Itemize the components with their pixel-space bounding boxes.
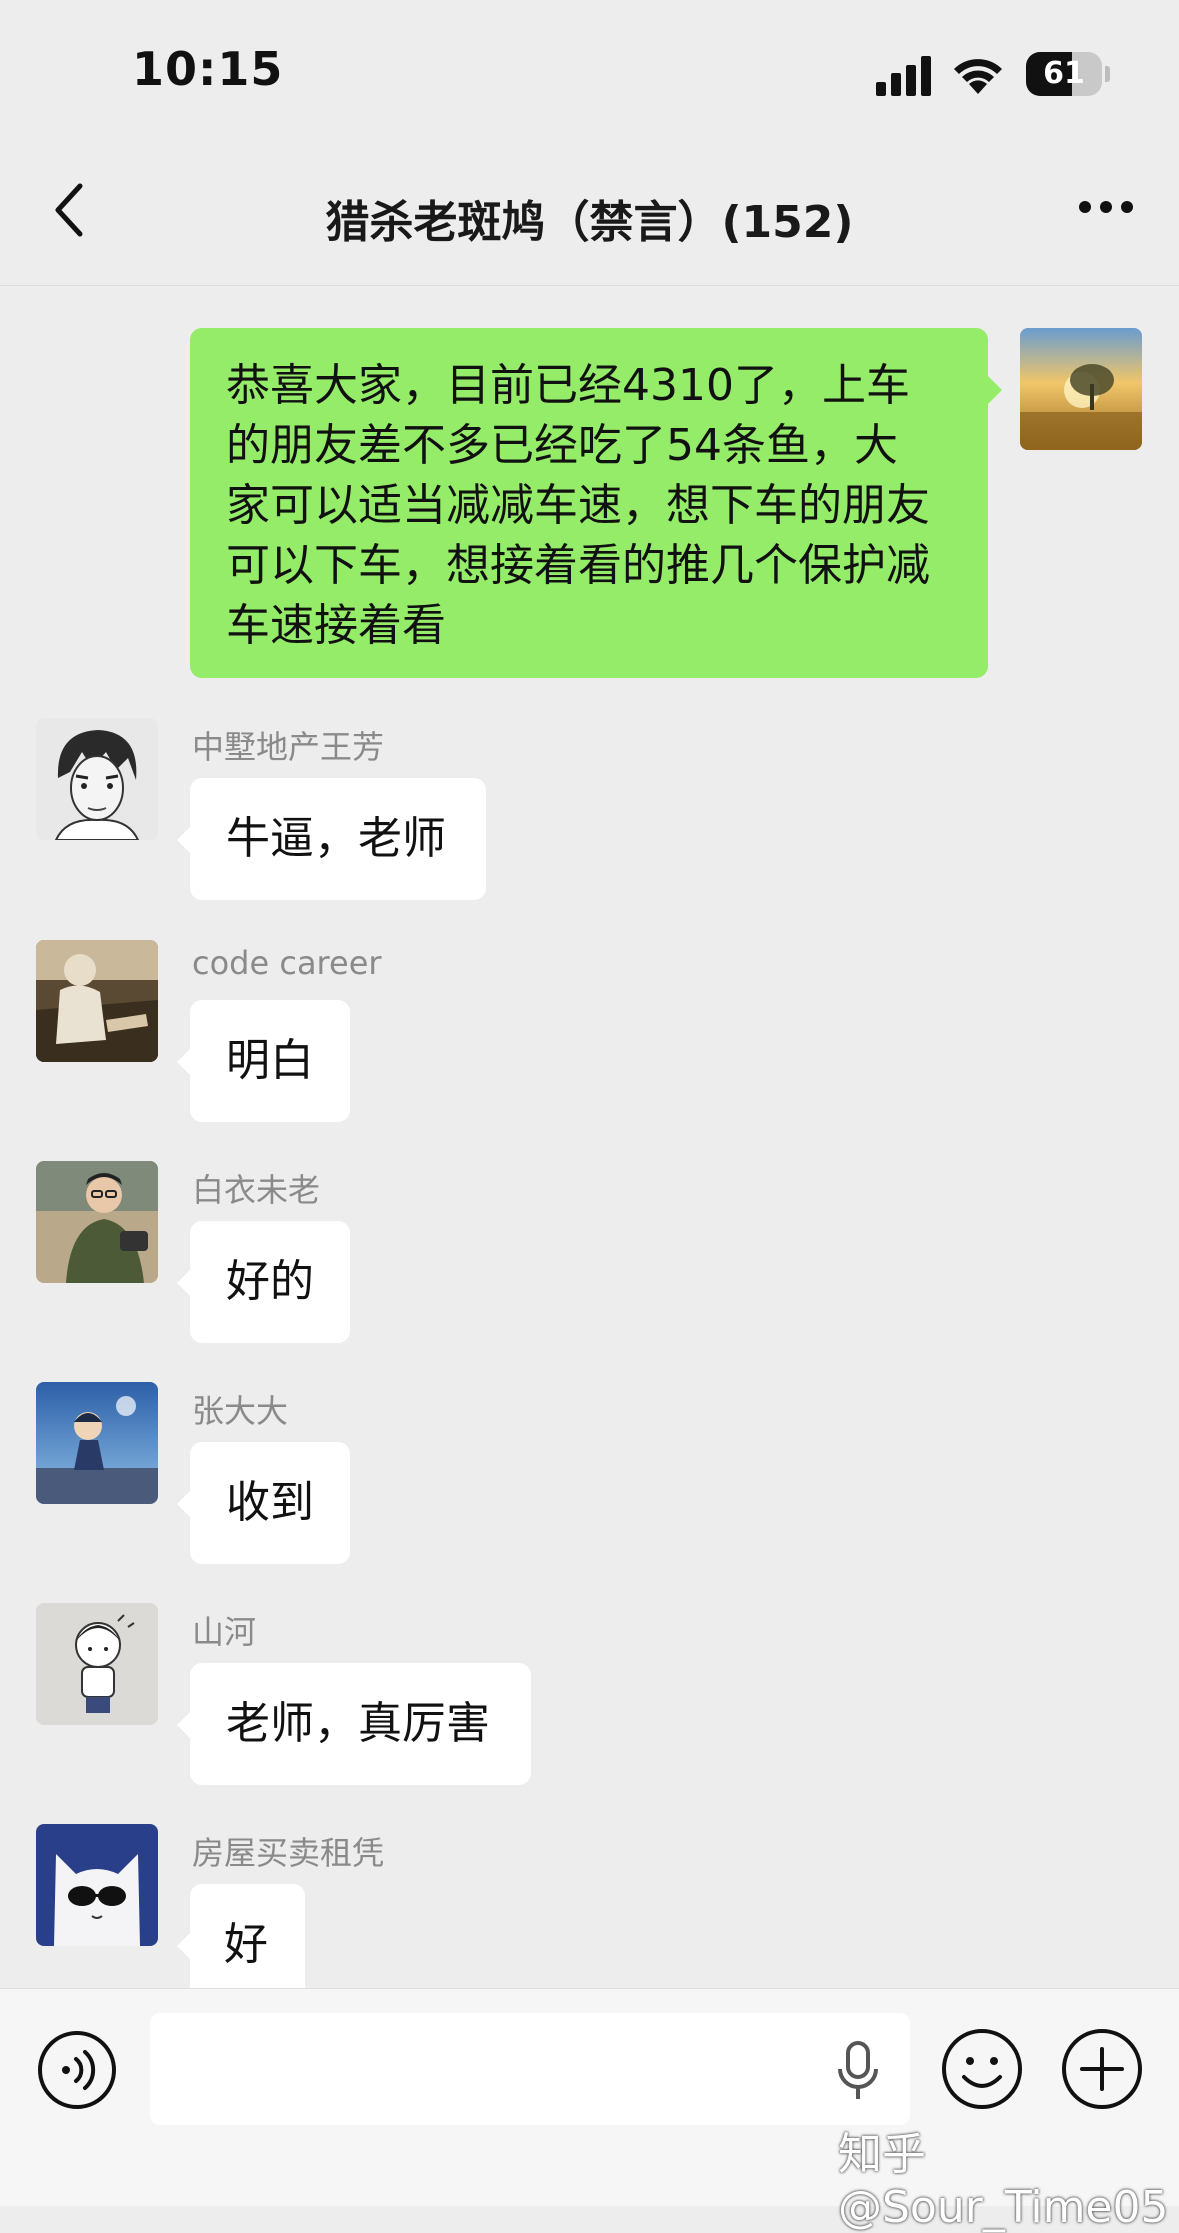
message-bubble[interactable]: 收到 — [190, 1442, 350, 1564]
nav-bar: 猎杀老斑鸠（禁言）(152) — [0, 130, 1179, 286]
status-bar: 10:15 61 — [0, 0, 1179, 130]
message-bubble-self[interactable]: 恭喜大家，目前已经4310了，上车 的朋友差不多已经吃了54条鱼，大 家可以适当… — [190, 328, 988, 678]
message-bubble[interactable]: 老师，真厉害 — [190, 1663, 531, 1785]
watermark: 知乎 @Sour_Time05 — [838, 2129, 1169, 2233]
avatar-self[interactable] — [1020, 328, 1142, 450]
battery-icon: 61 — [1026, 52, 1110, 96]
wifi-icon — [954, 59, 1002, 94]
bubble-tail — [177, 1048, 191, 1076]
avatar[interactable] — [36, 1603, 158, 1725]
more-icon[interactable] — [1078, 200, 1134, 214]
sender-name: 中墅地产王芳 — [192, 728, 385, 766]
message-line: 家可以适当减减车速，想下车的朋友 — [226, 480, 930, 531]
voice-icon[interactable] — [36, 2029, 118, 2111]
message-text: 老师，真厉害 — [226, 1698, 490, 1749]
bubble-tail — [988, 376, 1002, 404]
sender-name: 山河 — [192, 1613, 257, 1651]
bubble-tail — [177, 1711, 191, 1739]
message-text: 明白 — [226, 1035, 314, 1086]
message-text: 收到 — [226, 1477, 314, 1528]
sender-name: code career — [192, 944, 382, 982]
plus-icon[interactable] — [1060, 2027, 1144, 2111]
mic-icon[interactable] — [834, 2041, 882, 2101]
avatar[interactable] — [36, 940, 158, 1062]
bubble-tail — [177, 1490, 191, 1518]
emoji-icon[interactable] — [940, 2027, 1024, 2111]
avatar[interactable] — [36, 1824, 158, 1946]
sender-name: 白衣未老 — [192, 1171, 321, 1209]
message-line: 可以下车，想接着看的推几个保护减 — [226, 540, 930, 591]
status-time: 10:15 — [132, 42, 284, 96]
avatar[interactable] — [36, 718, 158, 840]
message-bubble[interactable]: 明白 — [190, 1000, 350, 1122]
avatar[interactable] — [36, 1161, 158, 1283]
signal-icon — [876, 56, 931, 96]
battery-percent: 61 — [1043, 56, 1085, 91]
message-line: 的朋友差不多已经吃了54条鱼，大 — [226, 420, 898, 471]
message-line: 车速接着看 — [226, 600, 446, 651]
message-bubble[interactable]: 牛逼，老师 — [190, 778, 486, 900]
message-text: 牛逼，老师 — [226, 813, 446, 864]
sender-name: 房屋买卖租凭 — [192, 1834, 385, 1872]
bubble-tail — [177, 826, 191, 854]
bubble-tail — [177, 1269, 191, 1297]
message-bubble[interactable]: 好的 — [190, 1221, 350, 1343]
message-text: 好的 — [226, 1256, 314, 1307]
sender-name: 张大大 — [192, 1392, 289, 1430]
bubble-tail — [177, 1932, 191, 1960]
message-input[interactable] — [150, 2013, 910, 2125]
message-line: 恭喜大家，目前已经4310了，上车 — [226, 360, 910, 411]
avatar[interactable] — [36, 1382, 158, 1504]
message-text: 好 — [224, 1919, 268, 1970]
chat-title: 猎杀老斑鸠（禁言）(152) — [325, 197, 854, 248]
